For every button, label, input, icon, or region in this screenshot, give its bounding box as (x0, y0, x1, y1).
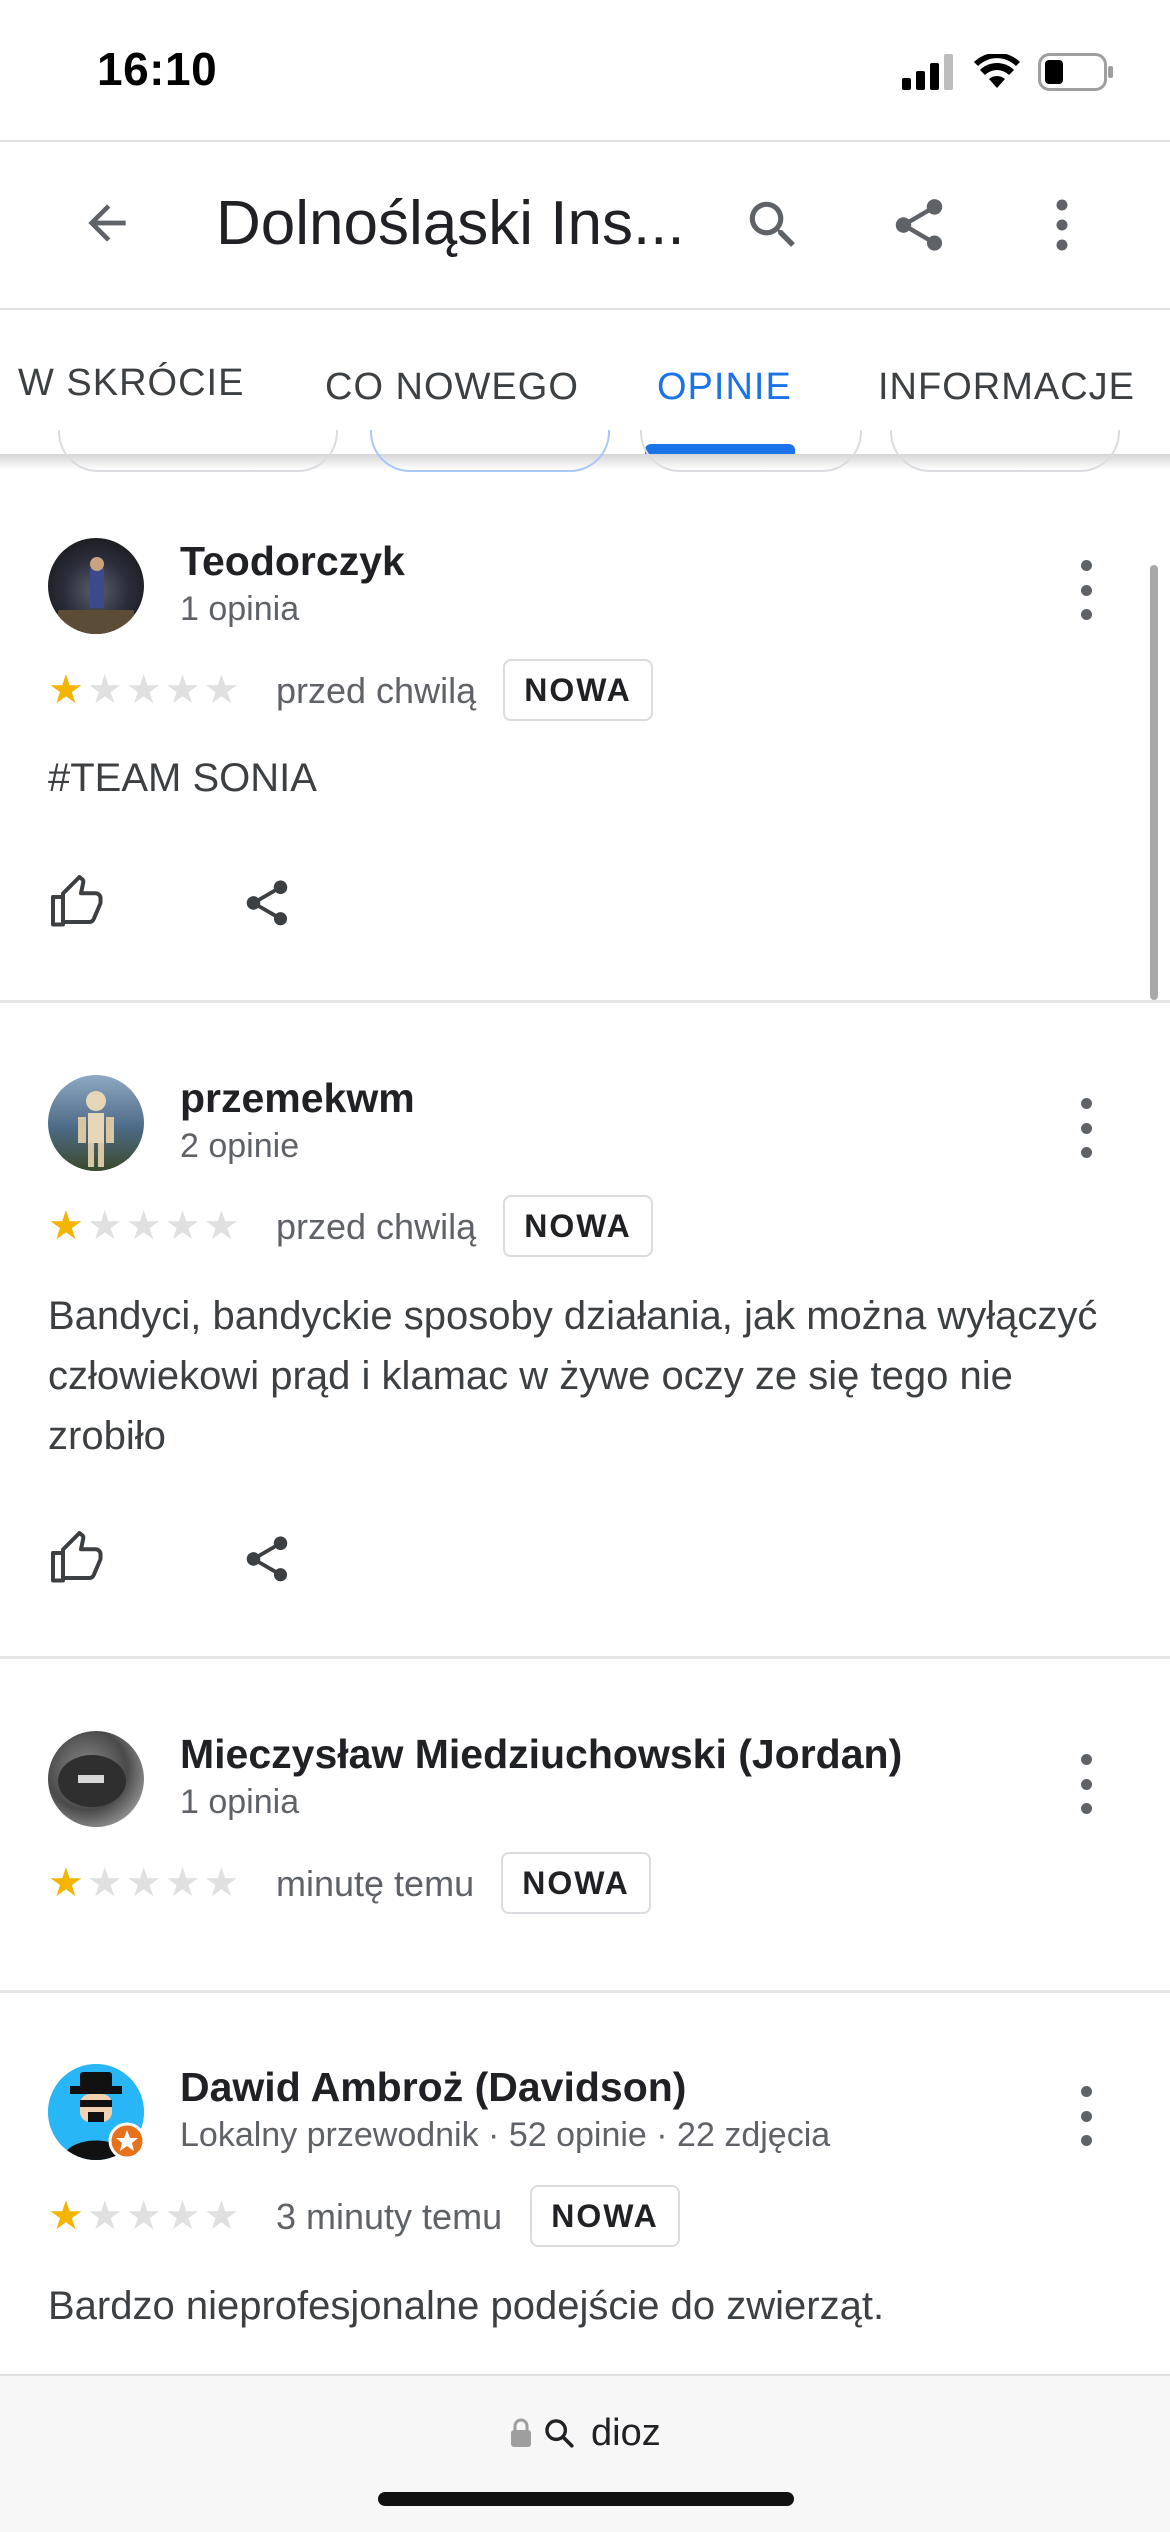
star-empty-icon: ★ (203, 668, 240, 712)
star-filled-icon: ★ (48, 1204, 84, 1248)
star-filled-icon: ★ (48, 2194, 84, 2238)
avatar[interactable] (48, 538, 144, 634)
search-icon (749, 201, 795, 247)
avatar-image (78, 1091, 114, 1167)
tab-overview[interactable]: W SKRÓCIE (18, 362, 244, 405)
new-badge: NOWA (503, 659, 653, 721)
star-empty-icon: ★ (203, 1861, 240, 1905)
avatar[interactable] (48, 2064, 146, 2160)
avatar[interactable] (48, 1731, 144, 1827)
star-empty-icon: ★ (125, 1204, 162, 1248)
review-divider (0, 1656, 1170, 1659)
tab-whats-new[interactable]: CO NOWEGO (325, 366, 579, 409)
filter-chip-selected[interactable] (370, 430, 610, 472)
star-empty-icon: ★ (125, 668, 162, 712)
share-button[interactable] (884, 190, 954, 260)
lock-icon (511, 2418, 531, 2447)
review-author-meta: 2 opinie (180, 1127, 300, 1165)
arrow-back-icon (88, 204, 126, 242)
tab-reviews[interactable]: OPINIE (657, 366, 792, 409)
review-divider (0, 1000, 1170, 1003)
review-time: przed chwilą (276, 1206, 477, 1247)
new-badge: NOWA (501, 1852, 651, 1914)
url-text[interactable]: dioz (591, 2412, 661, 2455)
share-icon (246, 880, 288, 926)
avatar-image (58, 1755, 126, 1807)
star-empty-icon: ★ (203, 2194, 240, 2238)
new-badge: NOWA (530, 2185, 680, 2247)
like-button[interactable] (48, 1528, 108, 1588)
star-empty-icon: ★ (164, 1861, 201, 1905)
home-indicator[interactable] (378, 2492, 794, 2506)
thumb-up-icon (51, 1531, 103, 1583)
share-icon (246, 1536, 288, 1582)
review-author[interactable]: Teodorczyk (180, 538, 405, 585)
star-empty-icon: ★ (86, 2194, 123, 2238)
review-author-meta: 1 opinia (180, 1783, 300, 1821)
like-button[interactable] (48, 872, 108, 932)
more-options-button[interactable] (1034, 190, 1090, 260)
review-text: #TEAM SONIA (48, 756, 317, 800)
star-empty-icon: ★ (164, 668, 201, 712)
star-empty-icon: ★ (125, 1861, 162, 1905)
url-icons (510, 2416, 576, 2450)
browser-url-bar[interactable] (0, 2374, 1170, 2532)
star-rating: ★ ★ ★ ★ ★ (48, 1206, 239, 1246)
review-more-button[interactable] (1068, 1754, 1104, 1814)
star-rating: ★ ★ ★ ★ ★ (48, 670, 239, 710)
search-button[interactable] (738, 190, 808, 260)
filter-chip[interactable] (640, 430, 862, 472)
share-review-button[interactable] (238, 874, 296, 932)
status-icons (902, 52, 1114, 92)
star-empty-icon: ★ (203, 1204, 240, 1248)
review-time: minutę temu (276, 1863, 475, 1904)
review-author[interactable]: Dawid Ambroż (Davidson) (180, 2064, 686, 2111)
tab-information[interactable]: INFORMACJE (878, 366, 1135, 409)
review-text: Bandyci, bandyckie sposoby działania, ja… (48, 1294, 1098, 1458)
new-badge: NOWA (503, 1195, 653, 1257)
review-author-meta: Lokalny przewodnik · 52 opinie · 22 zdję… (180, 2116, 831, 2154)
review-more-button[interactable] (1068, 2086, 1104, 2146)
star-empty-icon: ★ (86, 668, 123, 712)
review-time: 3 minuty temu (276, 2196, 503, 2237)
review-author-meta: 1 opinia (180, 590, 300, 628)
cellular-signal-icon (902, 54, 953, 90)
star-empty-icon: ★ (164, 2194, 201, 2238)
back-button[interactable] (74, 190, 140, 256)
avatar-image (58, 557, 134, 634)
share-review-button[interactable] (238, 1530, 296, 1588)
star-empty-icon: ★ (86, 1861, 123, 1905)
filter-chip[interactable] (58, 430, 338, 472)
review-text: Bardzo nieprofesjonalne podejście do zwi… (48, 2284, 885, 2328)
star-rating: ★ ★ ★ ★ ★ (48, 1863, 239, 1903)
thumb-up-icon (51, 875, 103, 927)
star-empty-icon: ★ (125, 2194, 162, 2238)
status-time: 16:10 (97, 43, 218, 95)
review-more-button[interactable] (1068, 560, 1104, 620)
star-empty-icon: ★ (164, 1204, 201, 1248)
star-rating: ★ ★ ★ ★ ★ (48, 2196, 239, 2236)
avatar[interactable] (48, 1075, 144, 1171)
review-author[interactable]: przemekwm (180, 1075, 415, 1122)
review-time: przed chwilą (276, 670, 477, 711)
review-author[interactable]: Mieczysław Miedziuchowski (Jordan) (180, 1731, 902, 1778)
star-filled-icon: ★ (48, 1861, 84, 1905)
local-guide-badge-icon (108, 2122, 146, 2160)
wifi-icon (974, 54, 1020, 88)
star-empty-icon: ★ (86, 1204, 123, 1248)
share-icon (895, 199, 943, 251)
star-filled-icon: ★ (48, 668, 84, 712)
battery-icon (1038, 53, 1113, 91)
more-vert-icon (1056, 199, 1068, 251)
filter-chip[interactable] (890, 430, 1120, 472)
review-divider (0, 1990, 1170, 1993)
scrollbar[interactable] (1150, 565, 1158, 1000)
review-more-button[interactable] (1068, 1098, 1104, 1158)
search-icon (545, 2419, 574, 2448)
page-title: Dolnośląski Ins... (216, 189, 685, 258)
